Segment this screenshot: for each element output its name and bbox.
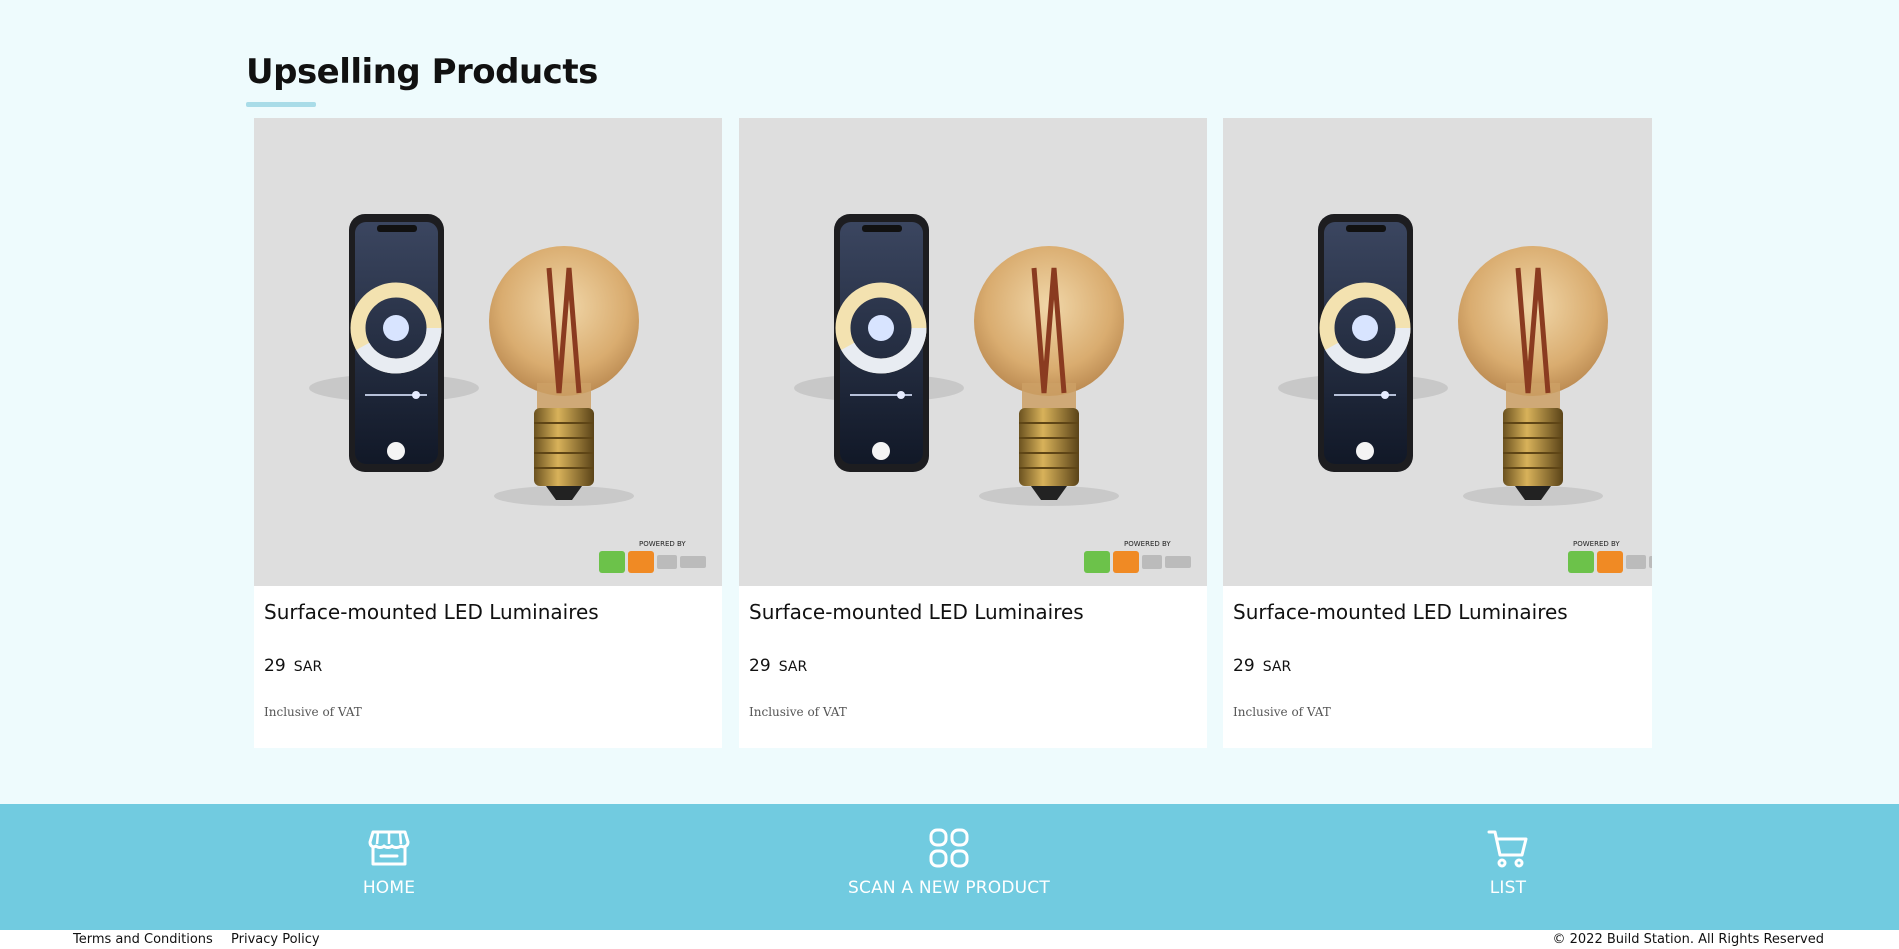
nav-list-button[interactable]: LIST bbox=[1388, 826, 1628, 898]
nav-home-button[interactable]: HOME bbox=[269, 826, 509, 898]
terms-link[interactable]: Terms and Conditions bbox=[73, 932, 213, 947]
price-currency: SAR bbox=[293, 659, 323, 675]
product-price: 29 SAR bbox=[264, 656, 322, 676]
product-card[interactable]: POWERED BY Surface-mounted LED Luminaire… bbox=[254, 118, 722, 748]
nav-list-label: LIST bbox=[1489, 878, 1527, 898]
vat-note: Inclusive of VAT bbox=[749, 705, 847, 719]
product-image[interactable]: POWERED BY bbox=[254, 118, 722, 586]
price-amount: 29 bbox=[749, 656, 771, 676]
nav-scan-label: SCAN A NEW PRODUCT bbox=[848, 878, 1050, 898]
page: Upselling Products POWERED BY Surface-mo… bbox=[0, 0, 1899, 949]
price-currency: SAR bbox=[1262, 659, 1292, 675]
product-photo: POWERED BY bbox=[1278, 214, 1652, 573]
product-photo: POWERED BY bbox=[794, 214, 1191, 573]
copyright-text: © 2022 Build Station. All Rights Reserve… bbox=[1552, 932, 1825, 947]
title-underline bbox=[246, 102, 316, 107]
product-name[interactable]: Surface-mounted LED Luminaires bbox=[264, 600, 599, 624]
product-price: 29 SAR bbox=[1233, 656, 1291, 676]
nav-home-label: HOME bbox=[362, 878, 416, 898]
price-currency: SAR bbox=[778, 659, 808, 675]
badge-label: POWERED BY bbox=[1573, 540, 1620, 548]
grid-icon bbox=[929, 828, 969, 868]
cart-icon bbox=[1487, 830, 1528, 868]
product-image[interactable]: POWERED BY bbox=[739, 118, 1207, 586]
privacy-link[interactable]: Privacy Policy bbox=[231, 932, 320, 947]
footer: Terms and Conditions Privacy Policy © 20… bbox=[0, 930, 1899, 949]
vat-note: Inclusive of VAT bbox=[264, 705, 362, 719]
nav-scan-button[interactable]: SCAN A NEW PRODUCT bbox=[829, 826, 1069, 898]
badge-label: POWERED BY bbox=[639, 540, 686, 548]
product-name[interactable]: Surface-mounted LED Luminaires bbox=[749, 600, 1084, 624]
product-card[interactable]: POWERED BY Surface-mounted LED Luminaire… bbox=[739, 118, 1207, 748]
price-amount: 29 bbox=[1233, 656, 1255, 676]
product-name[interactable]: Surface-mounted LED Luminaires bbox=[1233, 600, 1568, 624]
store-icon bbox=[368, 830, 410, 866]
product-photo: POWERED BY bbox=[309, 214, 706, 573]
vat-note: Inclusive of VAT bbox=[1233, 705, 1331, 719]
product-image[interactable]: POWERED BY bbox=[1223, 118, 1652, 586]
product-card[interactable]: POWERED BY Surface-mounted LED Luminaire… bbox=[1223, 118, 1652, 748]
section-title: Upselling Products bbox=[246, 52, 598, 92]
badge-label: POWERED BY bbox=[1124, 540, 1171, 548]
price-amount: 29 bbox=[264, 656, 286, 676]
product-price: 29 SAR bbox=[749, 656, 807, 676]
bottom-nav: HOME SCAN A NEW PRODUCT LIST bbox=[0, 804, 1899, 930]
